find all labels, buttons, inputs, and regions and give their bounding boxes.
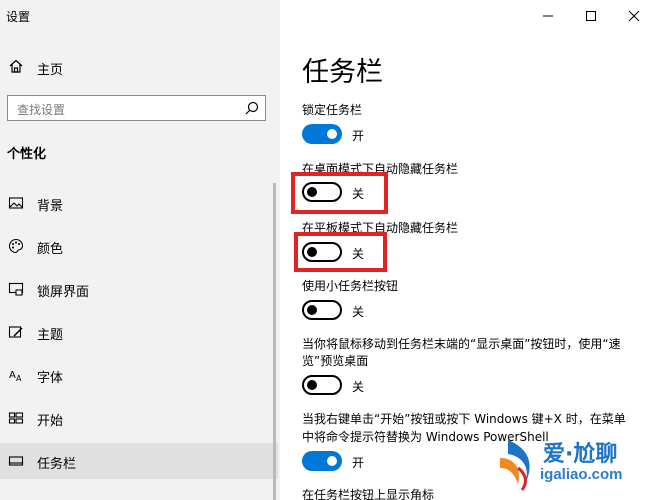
sidebar-item-fonts[interactable]: A A 字体 [0, 357, 278, 393]
sidebar: 设置 主页 查找设置 个性化 背景 颜色 锁屏界面 主题 A A 字体 开始 任… [0, 0, 280, 500]
search-placeholder: 查找设置 [17, 103, 66, 117]
toggle-auto-hide-tablet[interactable] [302, 242, 342, 262]
sidebar-item-label: 字体 [37, 371, 64, 386]
toggle-state-label: 关 [352, 305, 365, 319]
toggle-state-label: 开 [352, 129, 365, 143]
toggle-peek[interactable] [302, 375, 342, 395]
toggle-knob [307, 187, 317, 197]
toggle-state-label: 关 [352, 380, 365, 394]
sidebar-scrollbar[interactable] [273, 183, 276, 500]
sidebar-item-label: 开始 [37, 414, 64, 429]
setting-label-powershell-line1: 当我右键单击“开始”按钮或按下 Windows 键+X 时，在菜单 [302, 412, 626, 426]
toggle-auto-hide-desktop[interactable] [302, 182, 342, 202]
home-icon [9, 59, 23, 73]
sidebar-item-label: 主页 [37, 63, 64, 78]
close-icon[interactable] [624, 6, 644, 26]
window-title: 设置 [6, 10, 31, 24]
minimize-icon[interactable] [538, 6, 558, 26]
maximize-icon[interactable] [581, 6, 601, 26]
toggle-knob [327, 456, 337, 466]
svg-text:A: A [16, 374, 22, 383]
setting-label-lock-taskbar: 锁定任务栏 [302, 103, 363, 117]
toggle-knob [307, 247, 317, 257]
sidebar-item-start[interactable]: 开始 [0, 400, 278, 436]
sidebar-item-label: 背景 [37, 199, 64, 214]
font-icon: A A [9, 370, 22, 383]
toggle-knob [307, 305, 317, 315]
toggle-lock-taskbar[interactable] [302, 124, 342, 144]
sidebar-item-themes[interactable]: 主题 [0, 314, 278, 350]
toggle-knob [327, 129, 337, 139]
start-grid-icon [8, 412, 24, 424]
watermark-url: igaliao.com [540, 466, 623, 483]
sidebar-item-taskbar[interactable]: 任务栏 [0, 443, 278, 479]
setting-label-badges: 在任务栏按钮上显示角标 [302, 488, 435, 500]
sidebar-item-label: 任务栏 [37, 457, 77, 472]
sidebar-item-label: 颜色 [37, 242, 64, 257]
toggle-state-label: 关 [352, 247, 365, 261]
sidebar-item-label: 主题 [37, 328, 64, 343]
search-icon [245, 101, 259, 115]
section-title: 个性化 [7, 147, 47, 162]
page-title: 任务栏 [302, 57, 383, 88]
lock-screen-icon [8, 282, 24, 296]
palette-icon [8, 238, 24, 254]
sidebar-item-background[interactable]: 背景 [0, 185, 278, 221]
toggle-small-buttons[interactable] [302, 300, 342, 320]
toggle-state-label: 关 [352, 187, 365, 201]
sidebar-item-home[interactable]: 主页 [0, 52, 280, 82]
toggle-state-label: 开 [352, 456, 365, 470]
setting-label-small-buttons: 使用小任务栏按钮 [302, 279, 399, 293]
search-input[interactable]: 查找设置 [7, 95, 266, 121]
theme-brush-icon [8, 326, 23, 338]
sidebar-item-colors[interactable]: 颜色 [0, 228, 278, 264]
setting-label-peek-line1: 当你将鼠标移动到任务栏末端的“显示桌面”按钮时，使用“速 [302, 337, 621, 351]
toggle-powershell[interactable] [302, 451, 342, 471]
svg-text:A: A [9, 370, 16, 381]
image-icon [8, 197, 24, 209]
window-controls [492, 0, 652, 32]
setting-label-peek-line2: 览”预览桌面 [302, 354, 369, 368]
sidebar-item-label: 锁屏界面 [37, 285, 90, 300]
watermark-text: 爱·尬聊 [543, 442, 618, 467]
toggle-knob [307, 380, 317, 390]
sidebar-item-lock-screen[interactable]: 锁屏界面 [0, 271, 278, 307]
taskbar-icon [8, 456, 24, 466]
